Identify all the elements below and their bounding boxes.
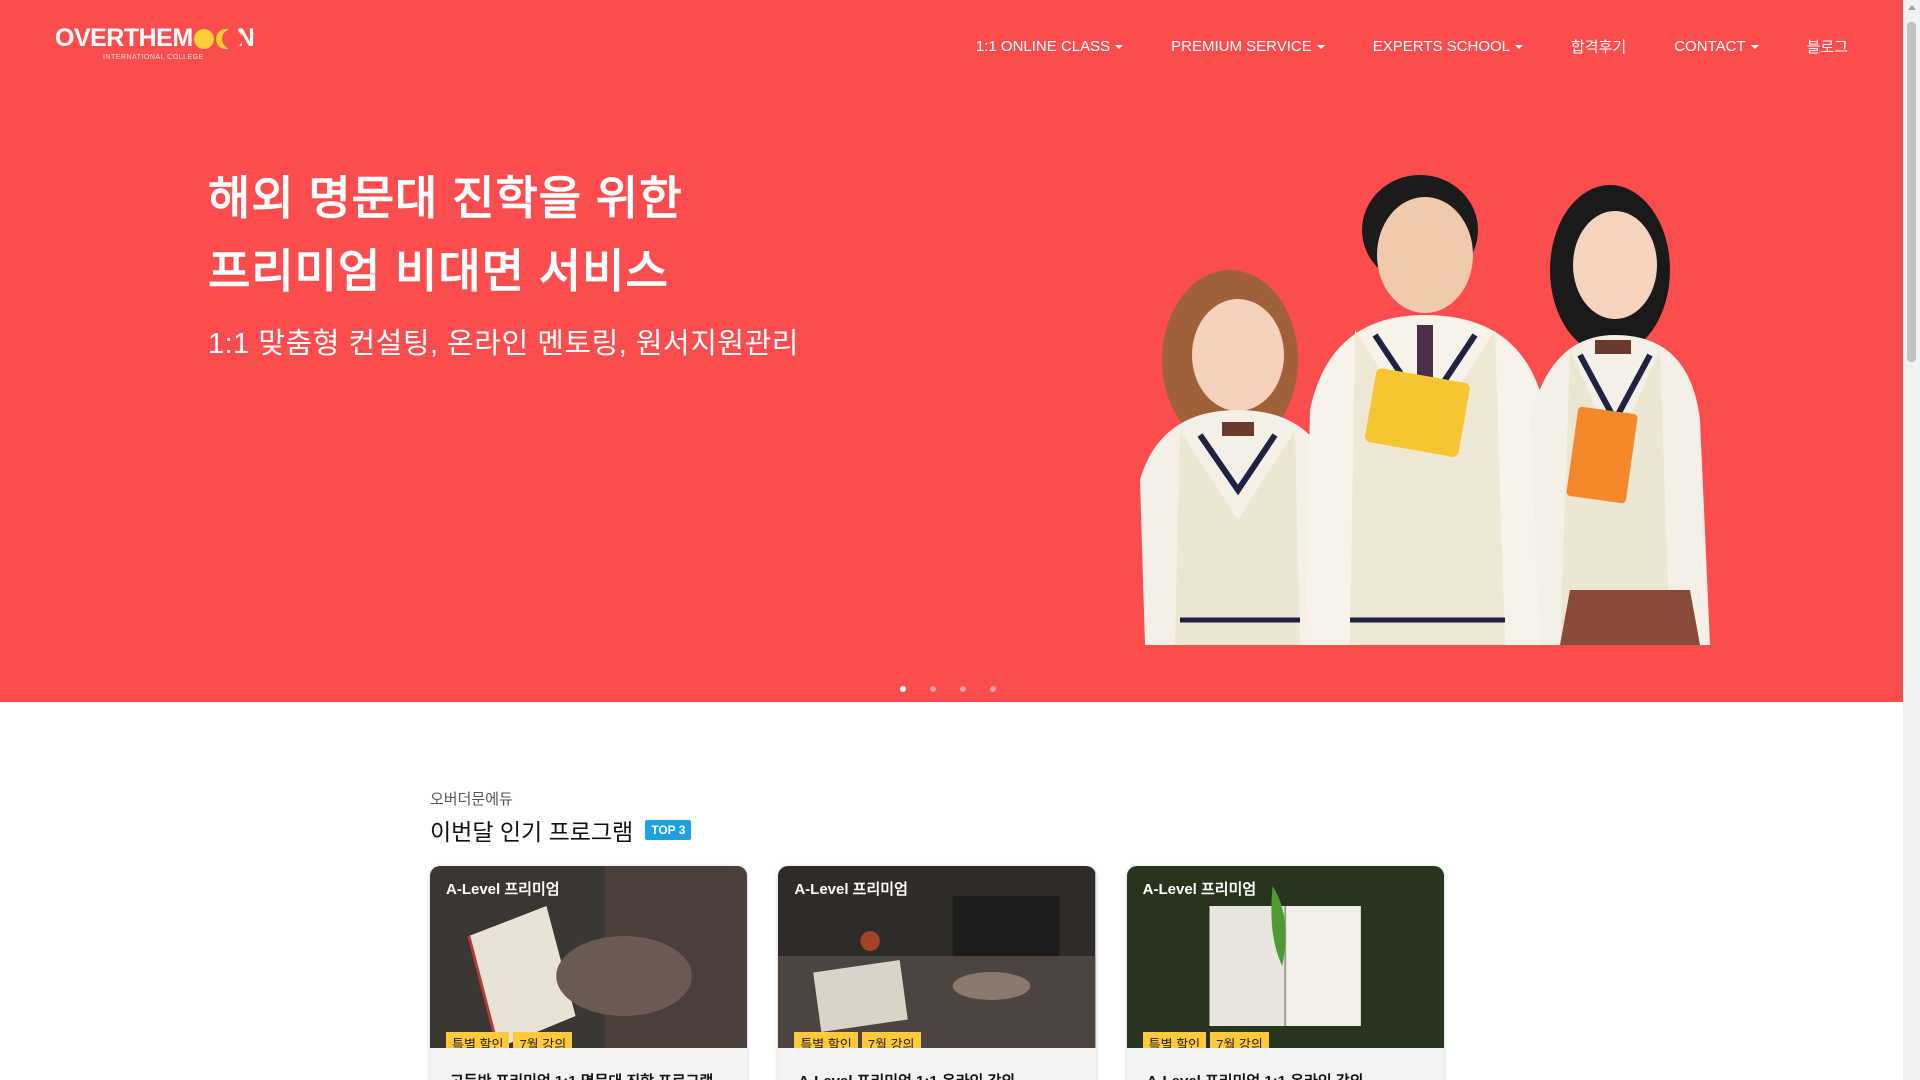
logo-subtitle: INTERNATIONAL COLLEGE — [103, 54, 204, 61]
nav-online-class[interactable]: 1:1 ONLINE CLASS — [975, 38, 1124, 55]
nav-label: 1:1 ONLINE CLASS — [975, 38, 1111, 55]
hero-title: 해외 명문대 진학을 위한 프리미엄 비대면 서비스 — [208, 162, 683, 308]
program-cards: A-Level 프리미엄 특별 할인 7월 강의 고등반 프리미엄 1:1 명문… — [430, 866, 1475, 1080]
card-label: A-Level 프리미엄 — [1142, 881, 1257, 898]
nav-label: 블로그 — [1806, 39, 1848, 56]
popular-programs-section: 오버더문에듀 이번달 인기 프로그램 TOP 3 — [430, 788, 1475, 847]
carousel-dot-3[interactable] — [960, 686, 966, 692]
hero-subtitle: 1:1 맞춤형 컨설팅, 온라인 멘토링, 원서지원관리 — [208, 328, 799, 360]
card-label: A-Level 프리미엄 — [446, 881, 560, 898]
hero-title-line2: 프리미엄 비대면 서비스 — [208, 245, 669, 297]
nav-contact[interactable]: CONTACT — [1674, 38, 1759, 55]
section-title-text: 이번달 인기 프로그램 — [430, 819, 634, 845]
site-logo[interactable]: OVERTHEM N INTERNATIONAL COLLEGE — [55, 24, 255, 61]
caret-down-icon — [1115, 44, 1124, 49]
nav-label: PREMIUM SERVICE — [1171, 38, 1312, 55]
student-right — [1530, 185, 1710, 645]
logo-text-left: OVERTHEM — [55, 24, 193, 52]
carousel-dot-1[interactable] — [900, 686, 906, 692]
card-title[interactable]: A-Level 프리미엄 1:1 온라인 강의 — [1147, 1070, 1364, 1080]
moon-icon — [193, 28, 214, 49]
top3-badge: TOP 3 — [645, 820, 692, 840]
students-photo — [1140, 175, 1710, 645]
nav-blog[interactable]: 블로그 — [1807, 36, 1848, 57]
program-card-1[interactable]: A-Level 프리미엄 특별 할인 7월 강의 고등반 프리미엄 1:1 명문… — [430, 866, 748, 1080]
hero-banner: OVERTHEM N INTERNATIONAL COLLEGE 1:1 ONL… — [0, 0, 1903, 702]
section-kicker: 오버더문에듀 — [430, 791, 513, 808]
nav-experts-school[interactable]: EXPERTS SCHOOL — [1373, 38, 1523, 55]
card-label: A-Level 프리미엄 — [794, 881, 908, 898]
main-nav: 1:1 ONLINE CLASS PREMIUM SERVICE EXPERTS… — [928, 36, 1848, 57]
hero-title-line1: 해외 명문대 진학을 위한 — [208, 172, 683, 224]
student-middle — [1305, 175, 1555, 645]
nav-premium-service[interactable]: PREMIUM SERVICE — [1171, 38, 1325, 55]
scroll-up-arrow-icon[interactable] — [1908, 5, 1916, 10]
nav-label: CONTACT — [1674, 38, 1746, 55]
caret-down-icon — [1316, 44, 1325, 49]
section-title: 이번달 인기 프로그램 TOP 3 — [430, 813, 1475, 847]
scroll-thumb[interactable] — [1907, 22, 1916, 362]
caret-down-icon — [1515, 44, 1523, 49]
card-title[interactable]: 고등반 프리미엄 1:1 명문대 진학 프로그램 — [450, 1070, 713, 1080]
nav-label: 합격후기 — [1571, 39, 1627, 56]
nav-label: EXPERTS SCHOOL — [1372, 38, 1510, 55]
caret-down-icon — [1750, 44, 1759, 49]
page-scrollbar[interactable] — [1903, 0, 1920, 1080]
carousel-dot-2[interactable] — [930, 686, 936, 692]
program-card-2[interactable]: A-Level 프리미엄 특별 할인 7월 강의 A-Level 프리미엄 1:… — [778, 866, 1096, 1080]
carousel-dot-4[interactable] — [990, 686, 996, 692]
crescent-moon-icon — [215, 28, 242, 49]
nav-reviews[interactable]: 합격후기 — [1571, 36, 1626, 57]
card-title[interactable]: A-Level 프리미엄 1:1 온라인 강의 — [798, 1070, 1015, 1080]
carousel-indicators — [900, 686, 1020, 692]
program-card-3[interactable]: A-Level 프리미엄 특별 할인 7월 강의 A-Level 프리미엄 1:… — [1126, 866, 1444, 1080]
